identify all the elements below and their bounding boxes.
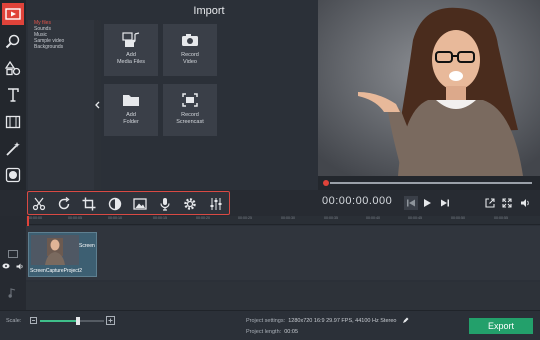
volume-icon[interactable] [518, 196, 532, 210]
clip-thumb-text: Screen [79, 243, 95, 249]
ruler-tick: 00:00:55 [494, 216, 508, 220]
ruler-tick: 00:00:45 [408, 216, 422, 220]
left-toolbar [0, 0, 26, 190]
project-length-label: Project length: [246, 329, 282, 335]
video-track[interactable] [26, 226, 540, 280]
ruler-tick: 00:00:05 [68, 216, 82, 220]
chevron-left-icon [95, 101, 100, 109]
clip-thumbnail-image [31, 235, 79, 265]
preview-progress-handle[interactable] [323, 180, 329, 186]
music-track-icon [8, 288, 16, 298]
ruler-tick: 00:00:10 [108, 216, 122, 220]
skip-forward-icon[interactable] [438, 196, 452, 210]
add-folder-button[interactable]: Add Folder [104, 84, 158, 136]
visibility-eye-icon[interactable] [2, 263, 10, 269]
scale-label: Scale: [6, 318, 22, 324]
camera-icon [182, 34, 198, 46]
app-window: My files Sounds Music Sample video Backg… [0, 0, 540, 340]
titles-icon[interactable] [2, 84, 24, 106]
ruler-tick: 00:00:00 [28, 216, 42, 220]
color-adjust-icon[interactable] [106, 195, 124, 213]
track-volume-icon[interactable] [16, 263, 24, 270]
timeline-ruler[interactable]: 00:00:00 00:00:05 00:00:10 00:00:15 00:0… [26, 216, 540, 225]
export-button[interactable]: Export [469, 318, 533, 334]
screencast-icon [182, 93, 198, 107]
microphone-icon[interactable] [156, 195, 174, 213]
stickers-icon[interactable] [2, 164, 24, 186]
project-info: Project settings: 1280x720 16:9 29.97 FP… [246, 316, 409, 338]
add-media-files-label: Add Media Files [116, 52, 146, 65]
fullscreen-icon[interactable] [500, 196, 514, 210]
track-headers [0, 216, 26, 310]
import-title: Import [193, 5, 225, 17]
add-media-files-button[interactable]: Add Media Files [104, 24, 158, 76]
scale-slider-fill [40, 320, 78, 322]
project-settings-value: 1280x720 16:9 29.97 FPS, 44100 Hz Stereo [288, 318, 397, 324]
ruler-tick: 00:00:30 [281, 216, 295, 220]
shapes-icon[interactable] [2, 57, 24, 79]
transitions-icon[interactable] [2, 111, 24, 133]
timecode-display: 00:00:00.000 [322, 195, 393, 207]
skip-back-icon[interactable] [404, 196, 418, 210]
scale-slider-handle[interactable] [76, 317, 80, 325]
edit-pencil-icon[interactable] [402, 317, 409, 324]
add-folder-label: Add Folder [123, 112, 139, 125]
video-track-icon [8, 250, 18, 258]
timeline-clip[interactable]: Screen ScreenCaptureProject2 [28, 232, 97, 277]
clip-thumbnail [31, 235, 79, 265]
record-screencast-label: Record Screencast [176, 112, 204, 125]
ruler-tick: 00:00:15 [153, 216, 167, 220]
zoom-in-icon[interactable] [106, 316, 115, 325]
rotate-icon[interactable] [55, 195, 73, 213]
export-frame-icon[interactable] [483, 196, 497, 210]
cut-icon[interactable] [30, 195, 48, 213]
equalizer-icon[interactable] [207, 195, 225, 213]
video-preview [318, 0, 540, 176]
add-media-icon [122, 32, 140, 47]
project-settings-label: Project settings: [246, 318, 286, 324]
ruler-tick: 00:00:50 [451, 216, 465, 220]
preview-frame-image [318, 0, 540, 176]
record-video-label: Record Video [181, 52, 199, 65]
ruler-tick: 00:00:40 [366, 216, 380, 220]
settings-gear-icon[interactable] [181, 195, 199, 213]
image-overlay-icon[interactable] [131, 195, 149, 213]
ruler-tick: 00:00:35 [324, 216, 338, 220]
ruler-tick: 00:00:20 [196, 216, 210, 220]
record-video-button[interactable]: Record Video [163, 24, 217, 76]
timeline-playhead[interactable] [27, 216, 29, 226]
editing-toolbar [27, 191, 230, 215]
ruler-tick: 00:00:25 [238, 216, 252, 220]
magic-wand-icon[interactable] [2, 138, 24, 160]
clip-name: ScreenCaptureProject2 [30, 268, 82, 274]
project-length-value: 00:05 [284, 329, 298, 335]
zoom-icon[interactable] [2, 30, 24, 52]
play-icon[interactable] [420, 196, 434, 210]
zoom-out-icon[interactable] [30, 317, 37, 324]
tree-item-backgrounds[interactable]: Backgrounds [28, 44, 94, 50]
audio-track[interactable] [26, 282, 540, 310]
media-category-list: My files Sounds Music Sample video Backg… [28, 20, 94, 190]
folder-icon [123, 95, 139, 106]
record-screencast-button[interactable]: Record Screencast [163, 84, 217, 136]
preview-progress-track[interactable] [330, 182, 532, 184]
import-icon[interactable] [2, 3, 24, 25]
crop-icon[interactable] [80, 195, 98, 213]
panel-collapse-handle[interactable] [94, 20, 101, 190]
